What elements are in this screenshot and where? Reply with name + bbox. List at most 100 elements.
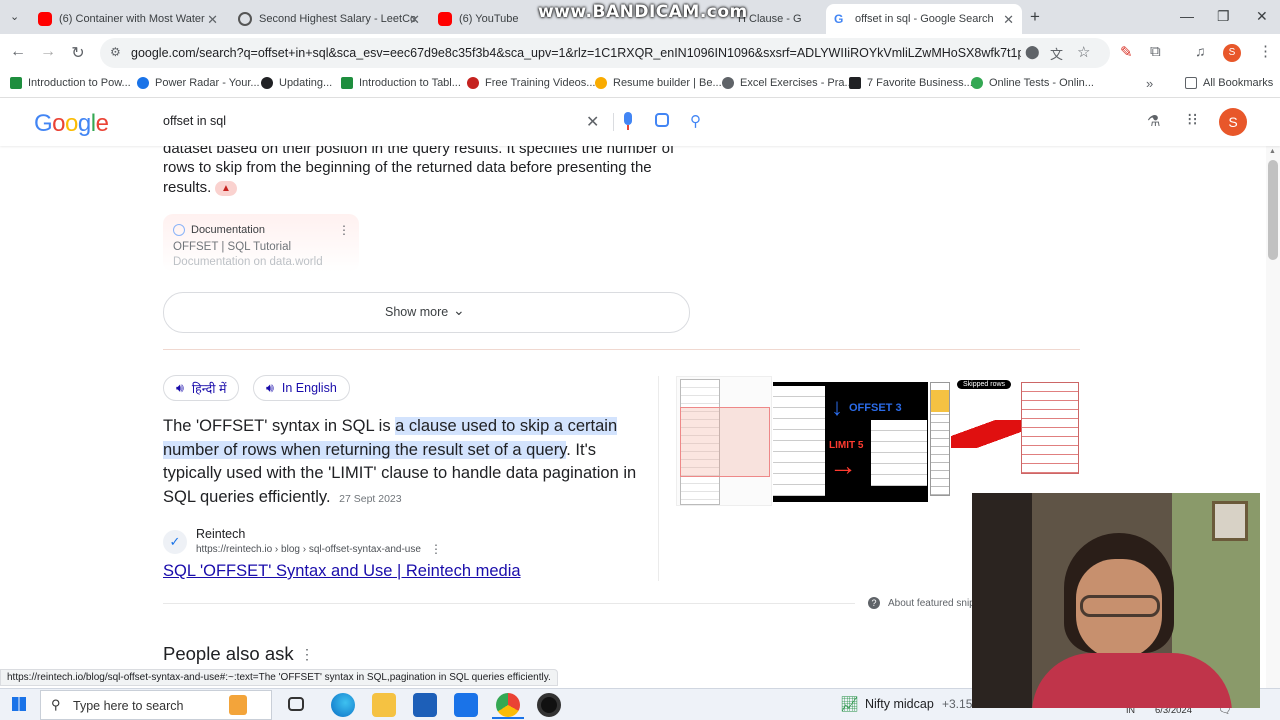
translate-icon[interactable]: 文 xyxy=(1050,44,1063,63)
apps-icon[interactable]: ⁝⁝ xyxy=(1187,110,1198,130)
bookmark-label: Online Tests - Onlin... xyxy=(989,77,1094,89)
stock-name[interactable]: Nifty midcap xyxy=(865,697,934,711)
site-name[interactable]: Reintech xyxy=(196,527,245,541)
taskbar-search[interactable]: ⚲ Type here to search xyxy=(40,690,272,720)
pen-extension-icon[interactable]: ✎ xyxy=(1120,43,1133,61)
bookmark-item[interactable]: Introduction to Tabl... xyxy=(341,77,461,89)
collapse-icon[interactable]: ▲ xyxy=(215,181,237,196)
address-bar-row: ← → ↻ ⚙ google.com/search?q=offset+in+sq… xyxy=(0,34,1280,72)
youtube-icon xyxy=(38,12,52,26)
hindi-button[interactable]: 🔊︎ हिन्दी में xyxy=(163,375,240,401)
store-icon[interactable] xyxy=(413,693,437,717)
about-featured-snippets[interactable]: About featured snip xyxy=(888,598,975,609)
tab-youtube[interactable]: (6) YouTube xyxy=(430,4,540,34)
bookmark-item[interactable]: Free Training Videos... xyxy=(467,77,595,89)
image-skipped-rows[interactable]: Skipped rows xyxy=(929,376,1079,498)
bookmark-label: Introduction to Pow... xyxy=(28,77,131,89)
bookmark-item[interactable]: Online Tests - Onlin... xyxy=(971,77,1094,89)
help-icon[interactable]: ? xyxy=(868,597,880,609)
source-title: OFFSET | SQL Tutorial xyxy=(173,241,292,253)
bookmark-item[interactable]: Updating... xyxy=(261,77,332,89)
site-favicon-icon: ✓ xyxy=(163,530,187,554)
snippet-vertical-divider xyxy=(658,376,659,581)
tab-container-water[interactable]: (6) Container with Most Water ✕ xyxy=(30,4,226,34)
search-icon[interactable]: ⚲ xyxy=(690,112,701,130)
edge-icon[interactable] xyxy=(331,693,355,717)
documentation-icon xyxy=(173,224,185,236)
scroll-up-icon[interactable]: ▲ xyxy=(1269,148,1276,155)
labs-icon[interactable]: ⚗ xyxy=(1147,112,1160,130)
bookmark-label: Introduction to Tabl... xyxy=(359,77,461,89)
bookmark-label: 7 Favorite Business... xyxy=(867,77,973,89)
taskbar-search-placeholder: Type here to search xyxy=(73,699,184,713)
webcam-person-body xyxy=(1032,653,1232,708)
search-input[interactable]: offset in sql xyxy=(163,114,226,128)
scrollbar[interactable]: ▲ xyxy=(1266,146,1280,688)
bookmark-favicon-icon xyxy=(849,77,861,89)
mic-icon[interactable] xyxy=(624,112,632,125)
down-arrow-icon: ↓ xyxy=(831,394,843,421)
back-icon[interactable]: ← xyxy=(8,43,28,61)
extensions-icon[interactable]: ⧉ xyxy=(1150,43,1161,60)
lens-icon[interactable] xyxy=(655,113,669,127)
bookmark-star-icon[interactable]: ☆ xyxy=(1077,43,1090,61)
chrome-icon[interactable] xyxy=(496,693,520,717)
location-icon[interactable]: ⬤ xyxy=(1025,44,1040,60)
maximize-icon[interactable]: ❐ xyxy=(1217,8,1230,25)
mail-icon[interactable] xyxy=(454,693,478,717)
clear-icon[interactable]: ✕ xyxy=(586,112,599,132)
bookmark-item[interactable]: Introduction to Pow... xyxy=(10,77,131,89)
window-close-icon[interactable]: ✕ xyxy=(1256,8,1268,25)
google-icon: G xyxy=(834,12,844,26)
omnibox[interactable]: ⚙ google.com/search?q=offset+in+sql&sca_… xyxy=(100,38,1110,68)
tab-leetcode[interactable]: Second Highest Salary - LeetCo ✕ xyxy=(230,4,428,34)
account-avatar[interactable]: S xyxy=(1219,108,1247,136)
bookmark-item[interactable]: 7 Favorite Business... xyxy=(849,77,973,89)
result-more-icon[interactable]: ⋮ xyxy=(430,542,442,556)
image-offset-limit[interactable]: OFFSET 3 ↓ LIMIT 5 → xyxy=(773,382,928,502)
source-card[interactable]: Documentation ⋮ OFFSET | SQL Tutorial Do… xyxy=(163,214,359,272)
tab-google-search[interactable]: G offset in sql - Google Search ✕ xyxy=(826,4,1022,34)
bookmark-item[interactable]: Excel Exercises - Pra... xyxy=(722,77,854,89)
bookmark-favicon-icon xyxy=(341,77,353,89)
bookmark-item[interactable]: Resume builder | Be... xyxy=(595,77,722,89)
snippet-text-pre: The 'OFFSET' syntax in SQL is xyxy=(163,417,396,435)
tab-search-icon[interactable]: ⌄ xyxy=(10,10,19,23)
bookmark-item[interactable]: Power Radar - Your... xyxy=(137,77,260,89)
bookmarks-overflow-icon[interactable]: » xyxy=(1146,76,1153,91)
bookmark-label: Excel Exercises - Pra... xyxy=(740,77,854,89)
forward-icon[interactable]: → xyxy=(38,43,58,61)
show-more-button[interactable]: Show more ⌄ xyxy=(163,292,690,333)
media-icon[interactable]: ♫ xyxy=(1195,43,1206,59)
chevron-down-icon: ⌄ xyxy=(453,302,465,318)
bandicam-icon[interactable] xyxy=(537,693,561,717)
english-label: In English xyxy=(281,381,337,395)
site-url[interactable]: https://reintech.io › blog › sql-offset-… xyxy=(196,544,421,555)
all-bookmarks[interactable]: All Bookmarks xyxy=(1185,77,1273,89)
search-box[interactable]: offset in sql ✕ ⚲ xyxy=(148,105,722,139)
paa-more-icon[interactable]: ⋮ xyxy=(300,646,314,663)
close-icon[interactable]: ✕ xyxy=(409,12,420,28)
close-icon[interactable]: ✕ xyxy=(1003,12,1014,28)
english-button[interactable]: 🔊︎ In English xyxy=(253,375,350,401)
file-explorer-icon[interactable] xyxy=(372,693,396,717)
site-info-icon[interactable]: ⚙ xyxy=(110,45,121,59)
url-text[interactable]: google.com/search?q=offset+in+sql&sca_es… xyxy=(131,46,1021,60)
more-icon[interactable]: ⋮ xyxy=(338,223,350,237)
close-icon[interactable]: ✕ xyxy=(207,12,218,28)
menu-icon[interactable]: ⋮ xyxy=(1258,42,1273,60)
profile-avatar[interactable]: S xyxy=(1223,44,1241,62)
bookmark-favicon-icon xyxy=(467,77,479,89)
tab-title: Second Highest Salary - LeetCo xyxy=(259,13,417,25)
task-view-icon[interactable] xyxy=(288,697,304,711)
google-logo[interactable]: Google xyxy=(34,110,109,138)
google-header: Google offset in sql ✕ ⚲ ⚗ ⁝⁝ S xyxy=(0,98,1280,146)
reload-icon[interactable]: ↻ xyxy=(68,43,88,63)
minimize-icon[interactable]: — xyxy=(1180,8,1194,24)
hindi-label: हिन्दी में xyxy=(191,381,227,396)
windows-start-icon[interactable] xyxy=(12,697,26,711)
scrollbar-thumb[interactable] xyxy=(1268,160,1278,260)
new-tab-icon[interactable]: + xyxy=(1030,7,1040,27)
image-offset-list[interactable] xyxy=(676,376,772,506)
result-link[interactable]: SQL 'OFFSET' Syntax and Use | Reintech m… xyxy=(163,562,521,581)
